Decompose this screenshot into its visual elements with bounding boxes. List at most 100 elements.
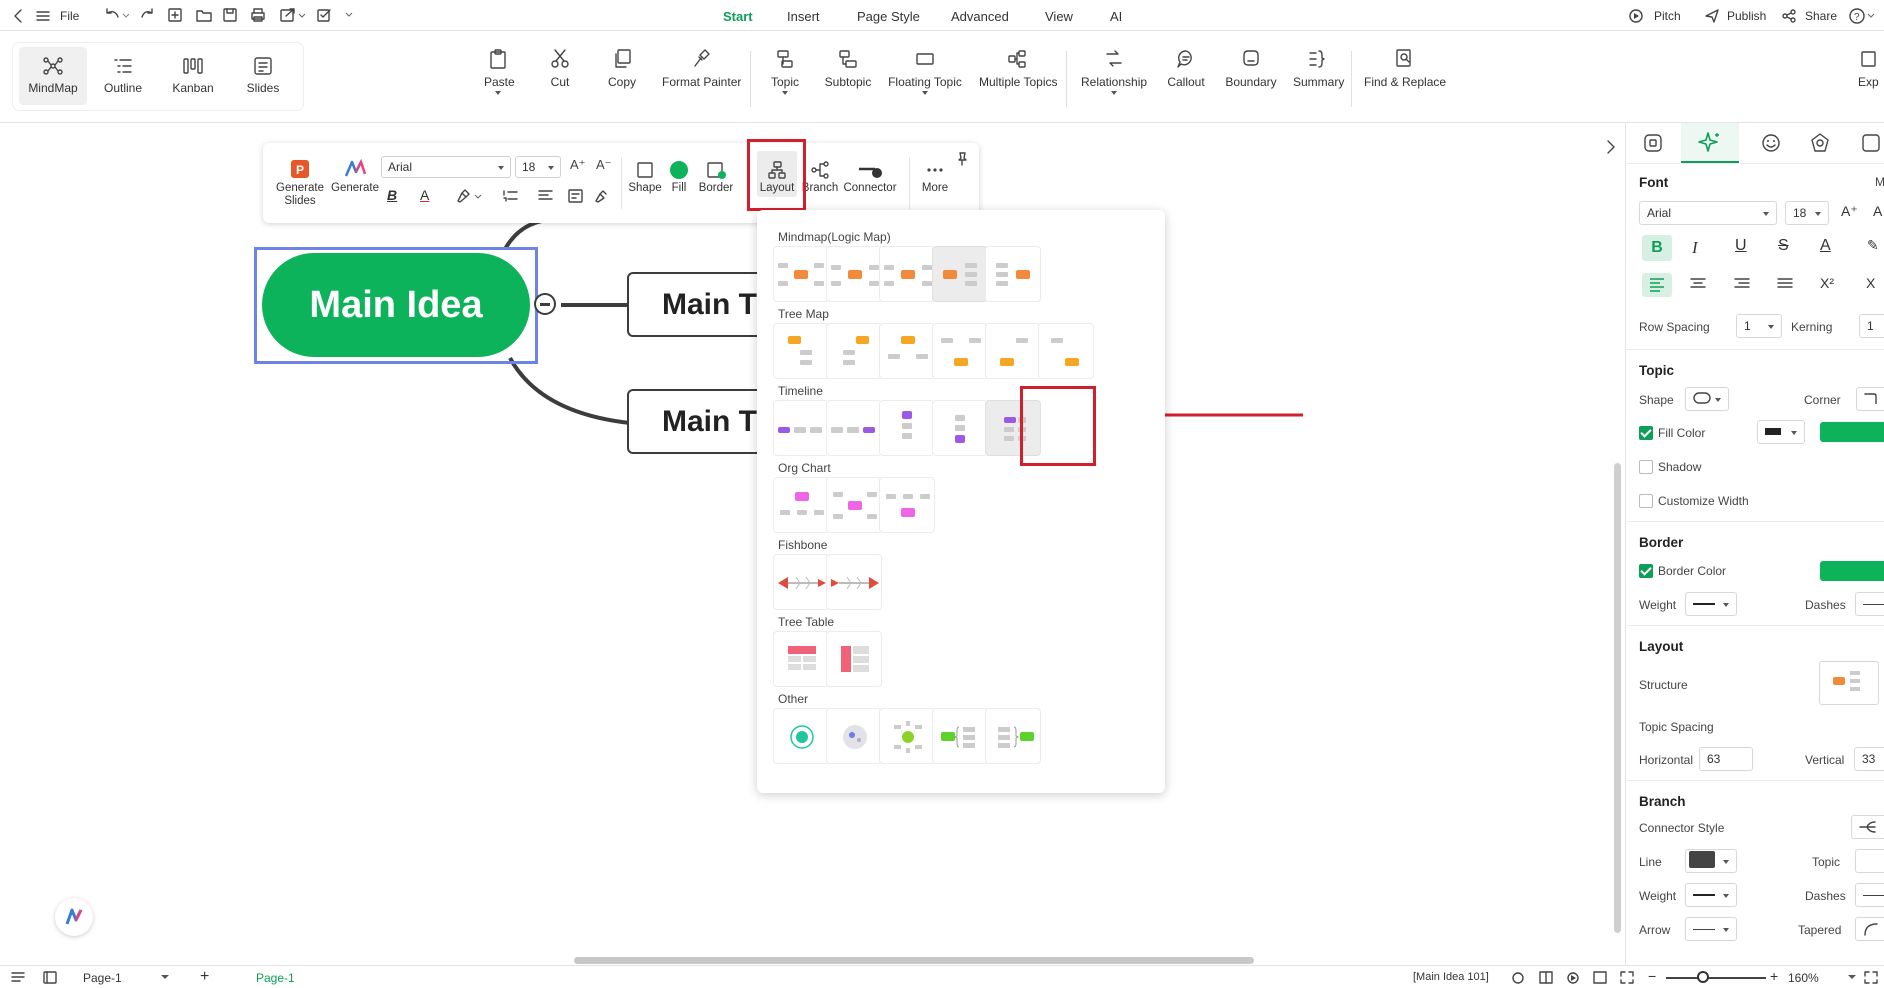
view-mindmap-button[interactable]: MindMap bbox=[19, 47, 87, 105]
corner-select[interactable] bbox=[1856, 387, 1884, 411]
tab-advanced[interactable]: Advanced bbox=[951, 9, 1009, 24]
increase-font-icon[interactable]: A⁺ bbox=[1841, 203, 1858, 220]
floating-topic-button[interactable]: Floating Topic bbox=[888, 49, 962, 95]
zoom-out-button[interactable]: − bbox=[1648, 968, 1656, 984]
layout-tree-map[interactable] bbox=[932, 323, 988, 379]
layout-tree-table[interactable] bbox=[826, 631, 882, 687]
border-dashes-select[interactable] bbox=[1855, 592, 1884, 616]
collapse-panel-icon[interactable] bbox=[1605, 139, 1617, 155]
multiple-topics-button[interactable]: Multiple Topics bbox=[979, 49, 1057, 89]
export-button[interactable]: Exp bbox=[1858, 49, 1884, 89]
new-file-icon[interactable] bbox=[168, 8, 182, 22]
font-color-icon[interactable]: A bbox=[420, 187, 429, 203]
copy-button[interactable]: Copy bbox=[607, 49, 637, 89]
fill-button[interactable]: Fill bbox=[666, 161, 692, 195]
font-size-select[interactable]: 18 bbox=[515, 156, 561, 178]
layout-timeline-vertical[interactable] bbox=[879, 400, 935, 456]
page-tab-active[interactable]: Page-1 bbox=[256, 971, 295, 985]
summary-button[interactable]: Summary bbox=[1293, 49, 1344, 89]
branch-button[interactable]: Branch bbox=[800, 161, 840, 195]
subtopic-button[interactable]: Subtopic bbox=[823, 49, 873, 89]
line-color-select[interactable] bbox=[1685, 849, 1737, 873]
cut-button[interactable]: Cut bbox=[546, 49, 574, 89]
layout-mindmap-left[interactable] bbox=[985, 246, 1041, 302]
page-view-icon[interactable] bbox=[43, 971, 57, 984]
undo-icon[interactable] bbox=[103, 8, 129, 22]
play-icon[interactable] bbox=[1566, 971, 1580, 984]
layout-mindmap-both[interactable] bbox=[773, 246, 829, 302]
highlight-icon[interactable] bbox=[456, 189, 484, 203]
zoom-in-button[interactable]: + bbox=[1770, 968, 1778, 984]
save-icon[interactable] bbox=[223, 8, 237, 22]
subscript-button[interactable]: X bbox=[1866, 275, 1875, 291]
layout-tree-map[interactable] bbox=[879, 323, 935, 379]
publish-button[interactable]: Publish bbox=[1727, 9, 1766, 23]
callout-button[interactable]: Callout bbox=[1166, 49, 1206, 89]
zoom-slider-track[interactable] bbox=[1666, 977, 1766, 979]
layout-tree-map[interactable] bbox=[826, 323, 882, 379]
ai-tab-active[interactable] bbox=[1681, 123, 1739, 163]
strikethrough-button[interactable]: S bbox=[1778, 237, 1789, 255]
focus-mode-icon[interactable] bbox=[1511, 971, 1525, 984]
border-color-checkbox[interactable] bbox=[1639, 564, 1653, 578]
format-painter-button[interactable]: Format Painter bbox=[662, 49, 741, 89]
help-icon[interactable]: ? bbox=[1849, 8, 1877, 24]
layout-tree-table[interactable] bbox=[773, 631, 829, 687]
shadow-checkbox[interactable] bbox=[1639, 460, 1653, 474]
add-page-button[interactable]: + bbox=[200, 968, 209, 986]
text-box-icon[interactable] bbox=[568, 189, 584, 203]
layout-fishbone[interactable] bbox=[826, 554, 882, 610]
structure-select[interactable] bbox=[1819, 661, 1879, 705]
clear-format-icon[interactable] bbox=[593, 189, 609, 203]
branch-dashes-select[interactable] bbox=[1855, 883, 1884, 907]
horizontal-spacing-input[interactable]: 63 bbox=[1699, 747, 1753, 771]
settings-tab-icon[interactable] bbox=[1860, 132, 1882, 154]
underline-button[interactable]: U bbox=[1735, 237, 1747, 255]
highlight-button[interactable]: ✎ bbox=[1867, 237, 1879, 254]
collapse-toggle[interactable] bbox=[534, 293, 556, 315]
redo-icon[interactable] bbox=[140, 8, 156, 22]
main-topic-1[interactable]: Main T bbox=[627, 272, 767, 337]
checklist-icon[interactable] bbox=[317, 8, 333, 22]
export-icon[interactable] bbox=[280, 8, 306, 22]
fullscreen-icon[interactable] bbox=[1864, 971, 1878, 984]
page-select[interactable]: Page-1 bbox=[83, 971, 122, 985]
back-icon[interactable] bbox=[12, 8, 24, 24]
main-topic-2[interactable]: Main T bbox=[627, 389, 767, 454]
pin-icon[interactable] bbox=[956, 152, 968, 166]
layout-tree-map[interactable] bbox=[1038, 323, 1094, 379]
fill-pattern-select[interactable] bbox=[1757, 420, 1805, 444]
page-dropdown-icon[interactable] bbox=[161, 975, 169, 980]
text-align-icon[interactable] bbox=[538, 189, 562, 203]
italic-button[interactable]: I bbox=[1692, 238, 1698, 258]
zoom-level[interactable]: 160% bbox=[1788, 971, 1819, 985]
relationship-button[interactable]: Relationship bbox=[1081, 49, 1147, 95]
layout-radial[interactable] bbox=[879, 708, 935, 764]
layout-fishbone[interactable] bbox=[773, 554, 829, 610]
zoom-slider-thumb[interactable] bbox=[1697, 971, 1709, 983]
generate-button[interactable]: Generate bbox=[330, 159, 380, 195]
decrease-font-icon[interactable]: A bbox=[1873, 203, 1882, 219]
print-icon[interactable] bbox=[250, 8, 266, 22]
vertical-spacing-input[interactable]: 33 bbox=[1854, 747, 1884, 771]
layout-bubble[interactable] bbox=[826, 708, 882, 764]
decrease-font-icon[interactable]: A⁻ bbox=[596, 157, 612, 173]
branch-weight-select[interactable] bbox=[1685, 883, 1737, 907]
fill-color-swatch[interactable] bbox=[1820, 422, 1884, 442]
view-slides-button[interactable]: Slides bbox=[229, 47, 297, 105]
panel-font-size-select[interactable]: 18 bbox=[1785, 201, 1829, 225]
horizontal-scrollbar[interactable] bbox=[574, 957, 1254, 964]
theme-tab-icon[interactable] bbox=[1809, 132, 1831, 154]
bold-icon[interactable]: B bbox=[387, 187, 397, 203]
tab-insert[interactable]: Insert bbox=[787, 9, 820, 24]
layout-mindmap-right-selected[interactable] bbox=[932, 246, 988, 302]
shape-button[interactable]: Shape bbox=[628, 161, 662, 195]
fit-page-icon[interactable] bbox=[1593, 971, 1607, 984]
layout-tree-map[interactable] bbox=[985, 323, 1041, 379]
main-idea-topic[interactable]: Main Idea bbox=[262, 253, 530, 357]
layout-org-chart[interactable] bbox=[879, 477, 935, 533]
zoom-dropdown-icon[interactable] bbox=[1848, 975, 1856, 980]
tapered-select[interactable] bbox=[1855, 917, 1884, 941]
justify-icon[interactable] bbox=[1777, 276, 1793, 292]
layout-brace-left[interactable] bbox=[985, 708, 1041, 764]
